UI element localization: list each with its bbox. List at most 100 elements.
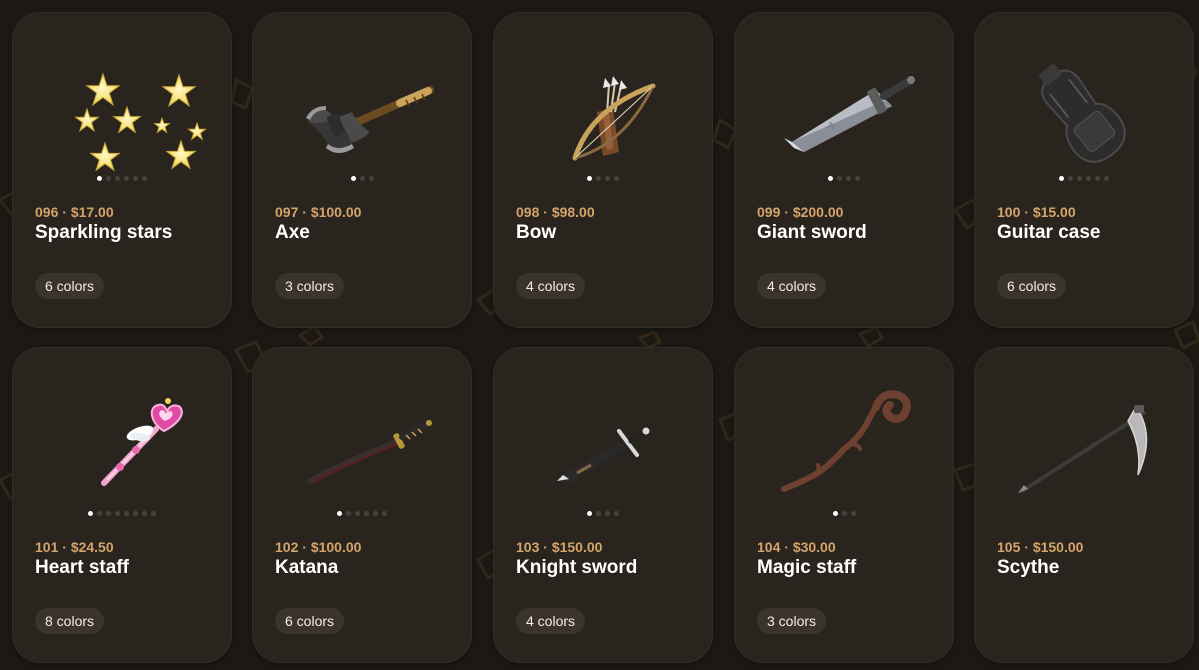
product-number: 098 (516, 204, 540, 220)
product-name: Giant sword (757, 222, 867, 243)
variant-dot[interactable] (1077, 176, 1082, 181)
variant-dot[interactable] (124, 511, 129, 516)
product-number: 104 (757, 539, 781, 555)
variant-dots[interactable] (252, 176, 472, 184)
product-card[interactable]: 105 · $150.00 Scythe (974, 347, 1194, 663)
product-price: $30.00 (792, 539, 836, 555)
knight-sword-icon (513, 383, 693, 511)
product-name: Katana (275, 557, 339, 578)
meta-separator: · (1020, 539, 1033, 555)
variant-dot[interactable] (364, 511, 369, 516)
variant-dots[interactable] (252, 511, 472, 519)
product-card[interactable]: 097 · $100.00 Axe 3 colors (252, 12, 472, 328)
product-number: 103 (516, 539, 540, 555)
guitar-case-icon (994, 48, 1174, 176)
product-card[interactable]: 099 · $200.00 Giant sword 4 colors (734, 12, 954, 328)
variant-dot[interactable] (846, 176, 851, 181)
product-price: $24.50 (70, 539, 114, 555)
variant-dot[interactable] (1104, 176, 1109, 181)
variant-dot[interactable] (106, 176, 111, 181)
variant-dots[interactable] (974, 176, 1194, 184)
product-name: Knight sword (516, 557, 638, 578)
giant-sword-icon (754, 48, 934, 176)
variant-dot[interactable] (88, 511, 93, 516)
variant-dot[interactable] (1095, 176, 1100, 181)
variant-dots[interactable] (734, 176, 954, 184)
product-name: Heart staff (35, 557, 129, 578)
product-card[interactable]: 100 · $15.00 Guitar case 6 colors (974, 12, 1194, 328)
variant-dot[interactable] (832, 511, 838, 516)
variant-dot[interactable] (133, 511, 138, 516)
variant-dot[interactable] (614, 176, 619, 181)
variant-dot[interactable] (837, 176, 842, 181)
colors-badge: 8 colors (35, 608, 105, 634)
variant-dot[interactable] (346, 511, 351, 516)
product-name: Magic staff (757, 557, 857, 578)
variant-dot[interactable] (97, 176, 102, 181)
product-price: $100.00 (310, 539, 362, 555)
variant-dots[interactable] (493, 176, 713, 184)
product-meta: 103 · $150.00 (516, 539, 602, 555)
product-meta: 096 · $17.00 (35, 204, 114, 220)
product-name: Axe (275, 222, 310, 243)
variant-dot[interactable] (614, 511, 619, 516)
variant-dot[interactable] (828, 176, 833, 181)
variant-dot[interactable] (115, 511, 120, 516)
meta-separator: · (58, 539, 71, 555)
meta-separator: · (1020, 204, 1033, 220)
variant-dot[interactable] (855, 176, 860, 181)
product-card[interactable]: 104 · $30.00 Magic staff 3 colors (734, 347, 954, 663)
variant-dot[interactable] (587, 176, 592, 181)
product-number: 105 (997, 539, 1021, 555)
variant-dot[interactable] (373, 511, 378, 516)
colors-badge: 6 colors (35, 273, 105, 299)
variant-dot[interactable] (124, 176, 129, 181)
variant-dot[interactable] (596, 511, 601, 516)
variant-dot[interactable] (97, 511, 102, 516)
product-meta: 098 · $98.00 (516, 204, 595, 220)
variant-dot[interactable] (115, 176, 120, 181)
variant-dot[interactable] (1059, 176, 1064, 181)
variant-dots[interactable] (12, 511, 232, 519)
product-card[interactable]: 101 · $24.50 Heart staff 8 colors (12, 347, 232, 663)
variant-dot[interactable] (605, 176, 610, 181)
product-card[interactable]: 102 · $100.00 Katana 6 colors (252, 347, 472, 663)
variant-dot[interactable] (350, 176, 356, 181)
product-number: 099 (757, 204, 781, 220)
variant-dot[interactable] (151, 511, 156, 516)
product-card[interactable]: 098 · $98.00 Bow 4 colors (493, 12, 713, 328)
variant-dots[interactable] (493, 511, 713, 519)
product-price: $100.00 (310, 204, 362, 220)
variant-dot[interactable] (106, 511, 111, 516)
variant-dot[interactable] (850, 511, 856, 516)
magic-staff-icon (754, 383, 934, 511)
product-price: $150.00 (1032, 539, 1084, 555)
variant-dot[interactable] (605, 511, 610, 516)
variant-dot[interactable] (368, 176, 374, 181)
colors-badge: 4 colors (757, 273, 827, 299)
meta-separator: · (298, 539, 311, 555)
variant-dot[interactable] (142, 511, 147, 516)
variant-dot[interactable] (1068, 176, 1073, 181)
variant-dot[interactable] (382, 511, 387, 516)
product-meta: 100 · $15.00 (997, 204, 1076, 220)
variant-dots[interactable] (974, 511, 1194, 519)
variant-dot[interactable] (841, 511, 847, 516)
variant-dot[interactable] (587, 511, 592, 516)
variant-dots[interactable] (734, 511, 954, 519)
variant-dot[interactable] (133, 176, 138, 181)
variant-dot[interactable] (142, 176, 147, 181)
variant-dot[interactable] (337, 511, 342, 516)
product-meta: 099 · $200.00 (757, 204, 843, 220)
variant-dot[interactable] (1086, 176, 1091, 181)
variant-dots[interactable] (12, 176, 232, 184)
variant-dot[interactable] (359, 176, 365, 181)
product-card[interactable]: 103 · $150.00 Knight sword 4 colors (493, 347, 713, 663)
variant-dot[interactable] (596, 176, 601, 181)
variant-dot[interactable] (355, 511, 360, 516)
meta-separator: · (780, 539, 793, 555)
colors-badge: 4 colors (516, 608, 586, 634)
product-card[interactable]: 096 · $17.00 Sparkling stars 6 colors (12, 12, 232, 328)
product-price: $15.00 (1032, 204, 1076, 220)
meta-separator: · (58, 204, 71, 220)
